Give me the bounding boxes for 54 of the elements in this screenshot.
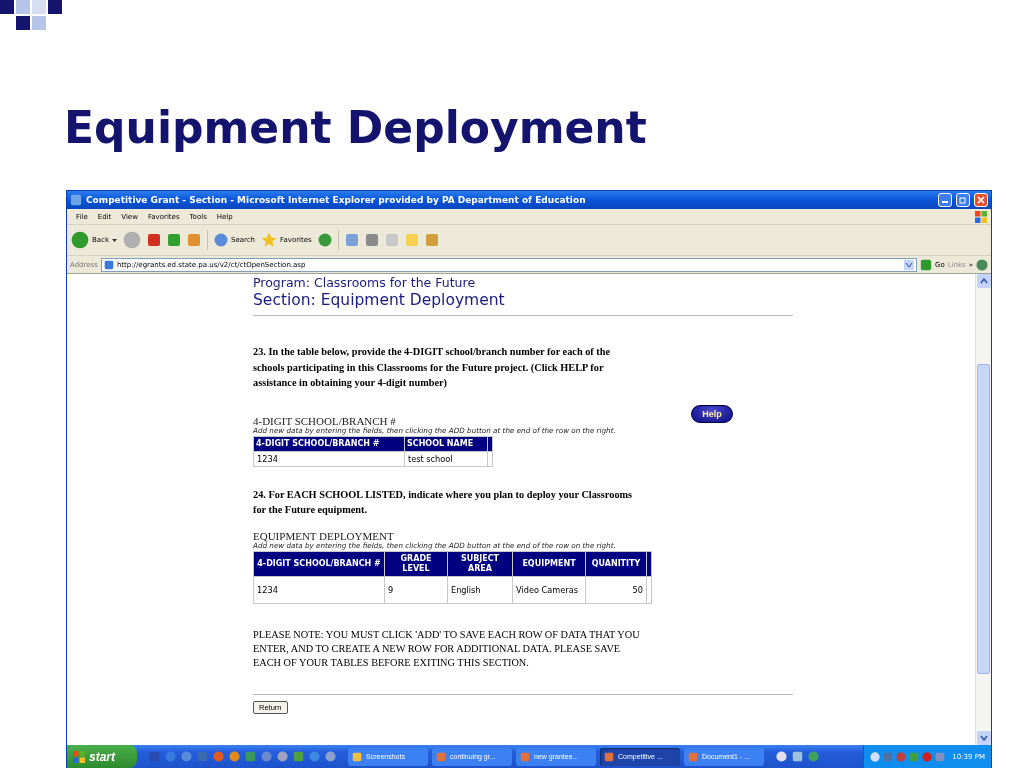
program-heading: Program: Classrooms for the Future	[253, 276, 477, 290]
scrollbar[interactable]	[975, 274, 991, 745]
close-button[interactable]	[974, 193, 988, 207]
slide-title: Equipment Deployment	[64, 101, 648, 155]
app-icon[interactable]	[808, 751, 819, 762]
app-icon[interactable]	[776, 751, 787, 762]
star-icon[interactable]	[261, 232, 278, 248]
caret-icon	[112, 238, 117, 242]
column-header: EQUIPMENT	[513, 551, 585, 576]
tray-icon[interactable]	[922, 751, 933, 762]
table-cell: 50	[586, 576, 646, 603]
restore-icon	[959, 196, 967, 204]
table-title: EQUIPMENT DEPLOYMENT	[253, 529, 394, 542]
table-cell: 1234	[254, 451, 404, 466]
column-header: SUBJECT AREA	[448, 551, 512, 576]
table-cell: 1234	[254, 576, 384, 603]
column-header: QUANITITY	[586, 551, 646, 576]
tray-icon[interactable]	[870, 751, 881, 762]
table-cell: Video Cameras	[513, 576, 585, 603]
window-title: Competitive Grant - Section - Microsoft Internet Explorer provided by PA Department of Education	[86, 195, 587, 205]
question-text: 23. In the table below, provide the 4-DIGIT school/branch number for each of the schools participating in this Classrooms for the Future project. (Click HELP for assistance in obtaining your 4-digit number)	[253, 345, 612, 390]
window-icon[interactable]	[436, 751, 446, 762]
app-icon[interactable]	[229, 751, 240, 762]
column-header: GRADE LEVEL	[385, 551, 447, 576]
column-header: 4-DIGIT SCHOOL/BRANCH #	[254, 436, 404, 451]
dropdown-icon[interactable]	[904, 259, 914, 270]
start-button[interactable]: start	[67, 745, 137, 768]
column-header: SCHOOL NAME	[405, 436, 487, 451]
app-icon[interactable]	[277, 751, 288, 762]
table-title: 4-DIGIT SCHOOL/BRANCH #	[253, 414, 397, 427]
restore-button[interactable]	[956, 193, 970, 207]
app-icon[interactable]	[325, 751, 336, 762]
window-icon[interactable]	[520, 751, 530, 762]
window-icon[interactable]	[352, 751, 362, 762]
table-cell: 9	[385, 576, 447, 603]
table-cell: English	[448, 576, 512, 603]
window-icon[interactable]	[604, 751, 614, 762]
app-icon[interactable]	[792, 751, 803, 762]
windows-logo-icon	[73, 750, 85, 763]
tray-icon[interactable]	[935, 751, 946, 762]
tray-icon[interactable]	[896, 751, 907, 762]
table-cell: test school	[405, 451, 487, 466]
windows-logo-icon	[975, 210, 987, 223]
window-icon[interactable]	[688, 751, 698, 762]
section-heading: Section: Equipment Deployment	[253, 290, 506, 310]
minimize-button[interactable]	[938, 193, 952, 207]
tray-icon[interactable]	[909, 751, 920, 762]
column-header: 4-DIGIT SCHOOL/BRANCH #	[254, 551, 384, 576]
tray-icon[interactable]	[883, 751, 894, 762]
squares-drawing	[0, 0, 62, 30]
question-text: 24. For EACH SCHOOL LISTED, indicate where you plan to deploy your Classrooms for the Future equipment.	[253, 487, 634, 517]
note-text: PLEASE NOTE: YOU MUST CLICK 'ADD' TO SAVE EACH ROW OF DATA THAT YOU ENTER, AND TO CREATE A NEW ROW FOR ADDITIONAL DATA. PLEASE SAVE EACH OF YOUR TABLES BEFORE EXITING THIS SECTION.	[253, 627, 641, 670]
close-icon	[977, 196, 985, 204]
help-button[interactable]: Help	[691, 404, 733, 423]
